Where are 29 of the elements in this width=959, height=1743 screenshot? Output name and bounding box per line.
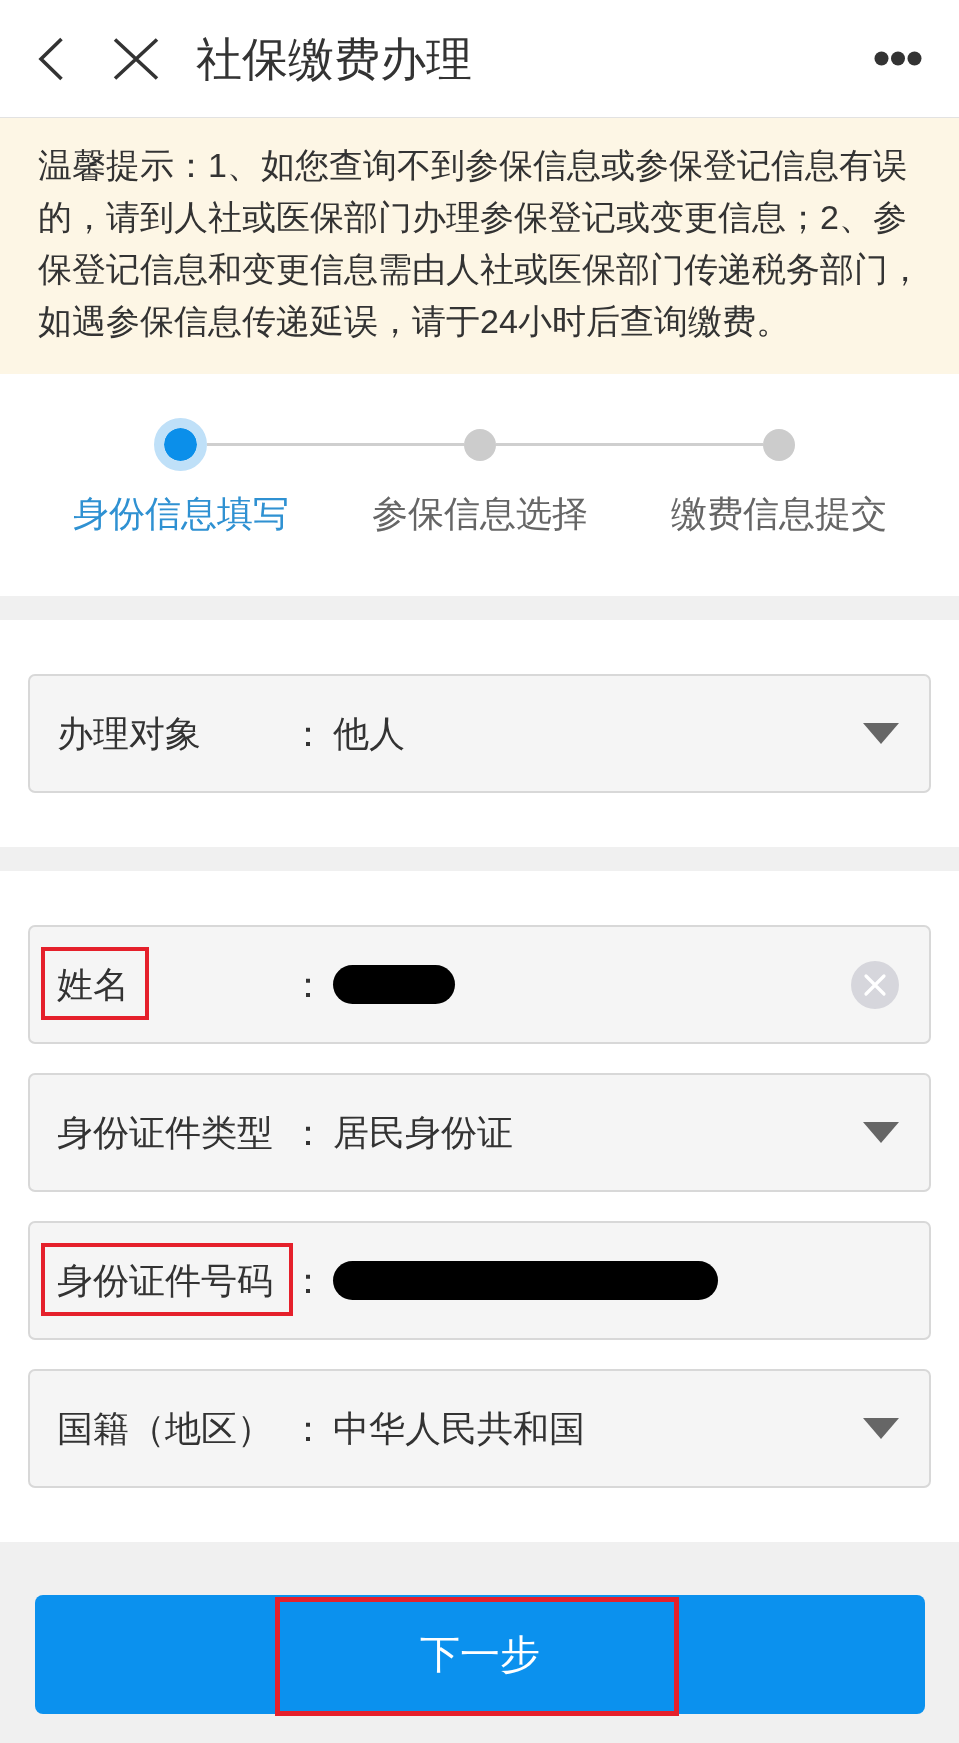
caret-down-icon	[863, 1122, 899, 1143]
caret-down-icon	[863, 723, 899, 744]
field-label: 姓名	[57, 963, 129, 1006]
input-field[interactable]: 身份证件号码 ：	[28, 1221, 931, 1340]
field-colon: ：	[290, 963, 327, 1006]
field-value: 居民身份证	[333, 1111, 513, 1154]
step-label: 缴费信息提交	[670, 492, 887, 535]
select-field[interactable]: 身份证件类型 ： 居民身份证	[28, 1073, 931, 1192]
select-field[interactable]: 国籍（地区） ： 中华人民共和国	[28, 1369, 931, 1488]
select-field[interactable]: 办理对象 ： 他人	[28, 674, 931, 793]
back-icon[interactable]	[38, 36, 64, 81]
more-icon[interactable]	[874, 51, 922, 66]
field-colon: ：	[290, 1407, 327, 1450]
close-icon[interactable]	[113, 37, 159, 80]
step-label: 参保信息选择	[371, 492, 588, 535]
field-colon: ：	[290, 1111, 327, 1154]
field-label: 国籍（地区）	[57, 1407, 273, 1450]
field-label: 办理对象	[57, 712, 201, 755]
field-colon: ：	[290, 712, 327, 755]
notice-text: 温馨提示：1、如您查询不到参保信息或参保登记信息有误的，请到人社或医保部门办理参保登记或变更信息；2、参保登记信息和变更信息需由人社或医保部门传递税务部门，如遇参保信息传递延误，请于24小时后查询缴费。	[38, 145, 923, 342]
field-colon: ：	[290, 1259, 327, 1302]
field-label: 身份证件号码	[57, 1259, 273, 1302]
input-field[interactable]: 姓名 ：	[28, 925, 931, 1044]
field-value: 他人	[333, 712, 405, 755]
caret-down-icon	[863, 1418, 899, 1439]
field-label: 身份证件类型	[57, 1111, 273, 1154]
field-value: 中华人民共和国	[333, 1407, 585, 1450]
step-label: 身份信息填写	[72, 492, 289, 535]
page-title: 社保缴费办理	[196, 31, 472, 87]
